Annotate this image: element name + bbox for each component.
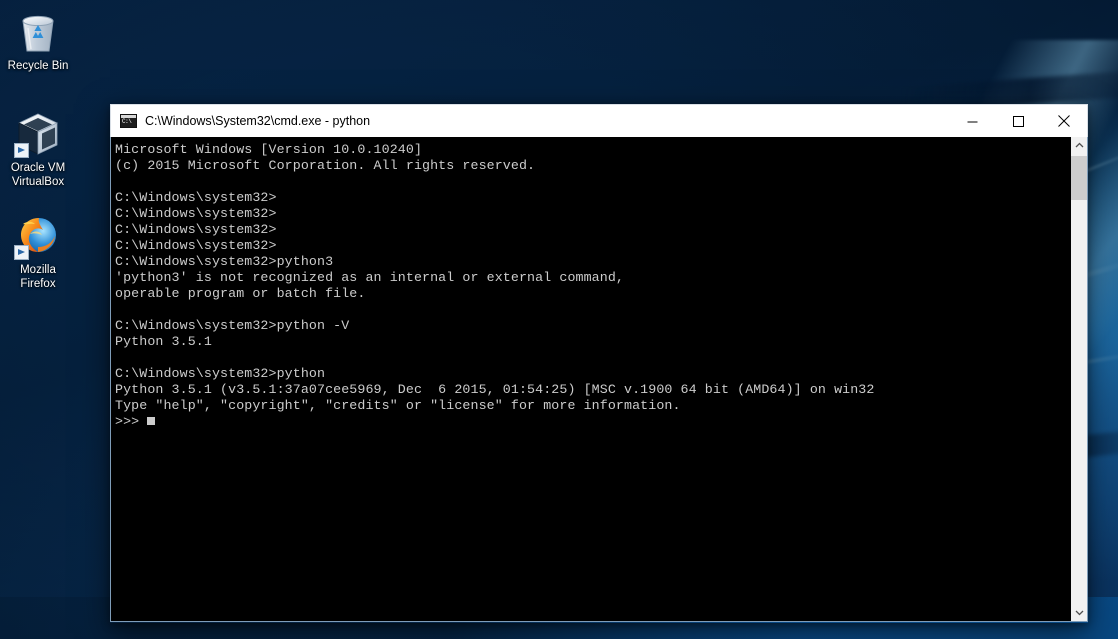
console-line: Python 3.5.1 <box>115 334 1070 350</box>
cmd-console-window[interactable]: C:\ C:\Windows\System32\cmd.exe - python… <box>110 104 1088 623</box>
shortcut-overlay-icon <box>14 245 29 260</box>
desktop[interactable]: Recycle Bin <box>0 0 1118 639</box>
scroll-up-arrow[interactable] <box>1071 137 1087 154</box>
console-line: C:\Windows\system32>python <box>115 366 1070 382</box>
desktop-icon-oracle-vm-virtualbox[interactable]: Oracle VM VirtualBox <box>0 110 76 189</box>
block-cursor <box>147 417 155 425</box>
console-line: Microsoft Windows [Version 10.0.10240] <box>115 142 1070 158</box>
python-prompt: >>> <box>115 414 139 429</box>
desktop-icon-label-line1: Mozilla <box>0 264 76 278</box>
maximize-button[interactable] <box>995 105 1041 138</box>
console-line: C:\Windows\system32> <box>115 238 1070 254</box>
desktop-icon-mozilla-firefox[interactable]: Mozilla Firefox <box>0 212 76 291</box>
cmd-icon-glyph: C:\ <box>122 118 131 125</box>
desktop-icon-label-line2: VirtualBox <box>0 176 76 190</box>
scroll-thumb[interactable] <box>1071 156 1087 200</box>
desktop-icon-label: Recycle Bin <box>0 60 76 74</box>
cmd-console-icon: C:\ <box>120 114 137 128</box>
firefox-icon <box>14 212 62 260</box>
console-line: operable program or batch file. <box>115 286 1070 302</box>
console-line: 'python3' is not recognized as an intern… <box>115 270 1070 286</box>
close-button[interactable] <box>1041 105 1087 138</box>
window-titlebar[interactable]: C:\ C:\Windows\System32\cmd.exe - python <box>110 104 1088 137</box>
console-body[interactable]: Microsoft Windows [Version 10.0.10240](c… <box>110 137 1088 622</box>
window-title: C:\Windows\System32\cmd.exe - python <box>145 114 949 128</box>
desktop-icon-label-line2: Firefox <box>0 278 76 292</box>
console-line: C:\Windows\system32> <box>115 206 1070 222</box>
minimize-button[interactable] <box>949 105 995 138</box>
scrollbar-track[interactable] <box>1071 154 1087 604</box>
virtualbox-icon <box>14 110 62 158</box>
console-line <box>115 350 1070 366</box>
console-line: (c) 2015 Microsoft Corporation. All righ… <box>115 158 1070 174</box>
console-scrollbar[interactable] <box>1070 137 1087 621</box>
desktop-icon-recycle-bin[interactable]: Recycle Bin <box>0 8 76 74</box>
shortcut-overlay-icon <box>14 143 29 158</box>
console-line: C:\Windows\system32> <box>115 222 1070 238</box>
console-line: C:\Windows\system32>python -V <box>115 318 1070 334</box>
console-line: C:\Windows\system32> <box>115 190 1070 206</box>
console-line: Type "help", "copyright", "credits" or "… <box>115 398 1070 414</box>
desktop-icon-label-line1: Oracle VM <box>0 162 76 176</box>
console-line: Python 3.5.1 (v3.5.1:37a07cee5969, Dec 6… <box>115 382 1070 398</box>
scroll-down-arrow[interactable] <box>1071 604 1087 621</box>
recycle-bin-icon <box>14 8 62 56</box>
console-line: C:\Windows\system32>python3 <box>115 254 1070 270</box>
console-output[interactable]: Microsoft Windows [Version 10.0.10240](c… <box>111 137 1070 621</box>
console-line <box>115 302 1070 318</box>
python-prompt-line: >>> <box>115 414 1070 430</box>
window-controls <box>949 105 1087 138</box>
console-line <box>115 174 1070 190</box>
